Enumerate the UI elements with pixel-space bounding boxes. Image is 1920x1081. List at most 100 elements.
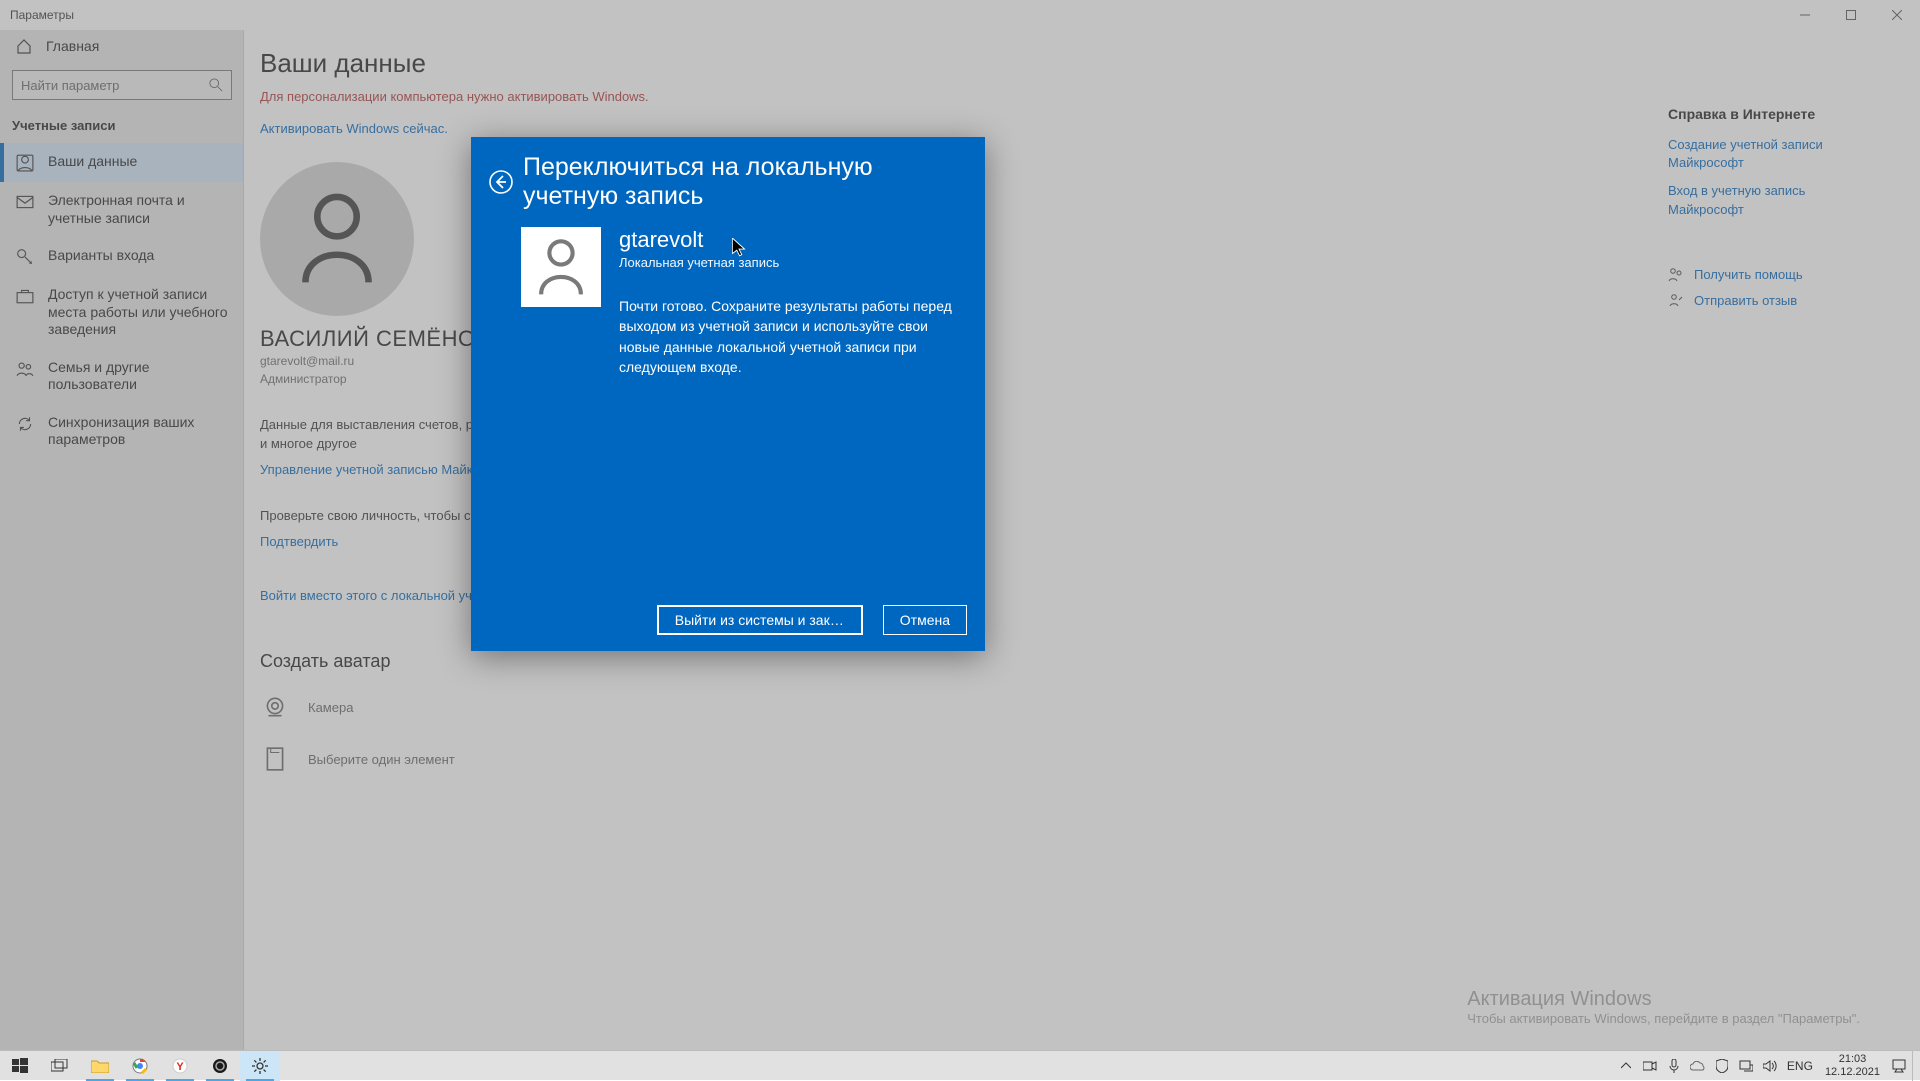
watermark-subtitle: Чтобы активировать Windows, перейдите в … [1467,1011,1860,1026]
right-column: Справка в Интернете Создание учетной зап… [1668,106,1868,309]
maximize-button[interactable] [1828,0,1874,30]
modal-subtitle: Локальная учетная запись [619,255,959,270]
help-link-signin[interactable]: Вход в учетную запись Майкрософт [1668,182,1868,218]
key-icon [16,248,34,266]
home-button[interactable]: Главная [0,30,243,62]
tray-network-icon[interactable] [1735,1051,1757,1081]
get-help-link[interactable]: Получить помощь [1668,267,1868,283]
nav-list: Ваши данные Электронная почта и учетные … [0,143,243,459]
show-desktop-button[interactable] [1912,1051,1918,1081]
svg-text:Y: Y [176,1061,184,1073]
camera-option[interactable]: Камера [260,692,1920,722]
nav-item-email[interactable]: Электронная почта и учетные записи [0,182,243,237]
camera-label: Камера [308,700,353,715]
nav-item-sync[interactable]: Синхронизация ваших параметров [0,404,243,459]
tray-chevron-icon[interactable] [1615,1051,1637,1081]
back-button[interactable] [489,168,513,196]
nav-label: Варианты входа [48,247,231,265]
feedback-label: Отправить отзыв [1694,293,1797,308]
back-arrow-icon [489,170,513,194]
titlebar: Параметры [0,0,1920,30]
window-title: Параметры [10,8,74,22]
person-icon [16,154,34,172]
modal-avatar [521,227,601,307]
chrome-taskbar-button[interactable] [120,1051,160,1081]
nav-item-work[interactable]: Доступ к учетной записи места работы или… [0,276,243,349]
switch-local-modal: Переключиться на локальную учетную запис… [471,137,985,651]
nav-label: Электронная почта и учетные записи [48,192,231,227]
tray-meet-icon[interactable] [1639,1051,1661,1081]
folder-icon [91,1059,109,1073]
nav-item-family[interactable]: Семья и другие пользователи [0,349,243,404]
obs-icon [212,1058,228,1074]
choose-label: Выберите один элемент [308,752,455,767]
clock-time: 21:03 [1825,1053,1880,1065]
help-link-create[interactable]: Создание учетной записи Майкрософт [1668,136,1868,172]
watermark-title: Активация Windows [1467,988,1860,1011]
tray-notifications-icon[interactable] [1888,1051,1910,1081]
window-controls [1782,0,1920,30]
search-icon [209,78,223,92]
clock-date: 12.12.2021 [1825,1066,1880,1078]
search-placeholder: Найти параметр [21,78,119,93]
category-heading: Учетные записи [0,108,243,143]
modal-description: Почти готово. Сохраните результаты работ… [619,296,959,377]
settings-taskbar-button[interactable] [240,1051,280,1081]
mouse-cursor-icon [732,238,746,258]
task-view-button[interactable] [40,1051,80,1081]
close-button[interactable] [1874,0,1920,30]
tray-defender-icon[interactable] [1711,1051,1733,1081]
minimize-button[interactable] [1782,0,1828,30]
activation-watermark: Активация Windows Чтобы активировать Win… [1467,988,1860,1026]
person-icon [536,238,586,296]
start-button[interactable] [0,1051,40,1081]
modal-title: Переключиться на локальную учетную запис… [523,153,967,211]
cancel-button[interactable]: Отмена [883,605,967,635]
activate-link[interactable]: Активировать Windows сейчас. [260,121,448,136]
feedback-icon [1668,293,1684,309]
modal-username: gtarevolt [619,227,959,253]
feedback-link[interactable]: Отправить отзыв [1668,293,1868,309]
taskbar: Y ENG 21:03 12.12.2021 [0,1050,1920,1080]
tray-volume-icon[interactable] [1759,1051,1781,1081]
nav-item-signin[interactable]: Варианты входа [0,237,243,276]
sync-icon [16,415,34,433]
verify-link[interactable]: Подтвердить [260,534,338,549]
file-icon [260,744,290,774]
briefcase-icon [16,287,34,305]
home-icon [16,38,32,54]
sidebar: Главная Найти параметр Учетные записи Ва… [0,30,244,1050]
activation-warning: Для персонализации компьютера нужно акти… [260,89,1920,104]
people-icon [16,360,34,378]
page-title: Ваши данные [260,48,1920,79]
gear-icon [252,1058,268,1074]
create-avatar-heading: Создать аватар [260,651,1920,672]
settings-window: Параметры Главная Найти параметр Учетные… [0,0,1920,1080]
person-icon [297,193,377,285]
yandex-taskbar-button[interactable]: Y [160,1051,200,1081]
mail-icon [16,193,34,211]
task-view-icon [51,1059,69,1073]
nav-label: Ваши данные [48,153,231,171]
chrome-icon [132,1058,148,1074]
choose-file-option[interactable]: Выберите один элемент [260,744,1920,774]
help-icon [1668,267,1684,283]
tray-language[interactable]: ENG [1783,1059,1817,1073]
tray-mic-icon[interactable] [1663,1051,1685,1081]
avatar-large [260,162,414,316]
nav-label: Доступ к учетной записи места работы или… [48,286,231,339]
tray-clock[interactable]: 21:03 12.12.2021 [1819,1053,1886,1077]
nav-label: Синхронизация ваших параметров [48,414,231,449]
nav-label: Семья и другие пользователи [48,359,231,394]
explorer-taskbar-button[interactable] [80,1051,120,1081]
obs-taskbar-button[interactable] [200,1051,240,1081]
home-label: Главная [46,38,99,54]
get-help-label: Получить помощь [1694,267,1803,282]
signout-finish-button[interactable]: Выйти из системы и закончить р... [657,605,863,635]
camera-icon [260,692,290,722]
windows-icon [12,1058,28,1074]
help-heading: Справка в Интернете [1668,106,1868,122]
search-input[interactable]: Найти параметр [12,70,232,100]
nav-item-your-info[interactable]: Ваши данные [0,143,243,182]
tray-onedrive-icon[interactable] [1687,1051,1709,1081]
